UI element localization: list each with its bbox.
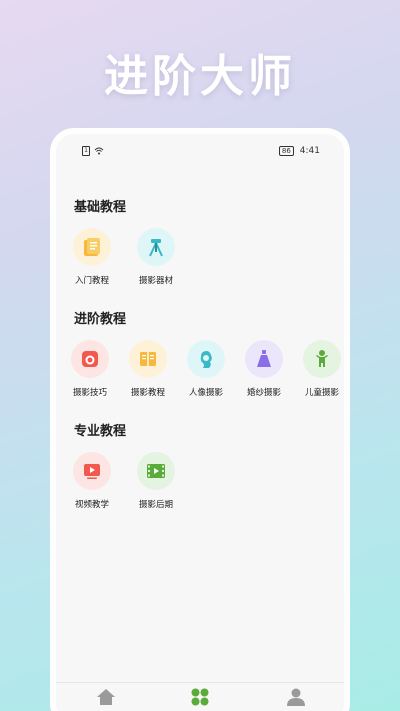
portrait-icon: [187, 340, 225, 378]
open-book-icon: [129, 340, 167, 378]
item-equipment[interactable]: 摄影器材: [128, 228, 184, 286]
film-icon: [137, 452, 175, 490]
item-label: 摄影器材: [138, 276, 173, 286]
wifi-icon: [94, 147, 104, 155]
item-children[interactable]: 儿童摄影: [294, 340, 344, 398]
phone-frame: 1 86 4:41 基础教程 入门教程 摄影器材 进阶教程 摄影技巧 摄影教程 …: [50, 128, 350, 711]
child-icon: [303, 340, 341, 378]
wedding-dress-icon: [245, 340, 283, 378]
item-post-production[interactable]: 摄影后期: [128, 452, 184, 510]
item-label: 婚纱摄影: [246, 388, 281, 398]
bottom-tab-bar: 首页 发现 我的: [56, 682, 344, 711]
section-title-professional: 专业教程: [74, 424, 127, 439]
camera-icon: [71, 340, 109, 378]
status-bar: 1 86 4:41: [56, 144, 344, 160]
item-label: 摄影技巧: [72, 388, 107, 398]
book-icon: [73, 228, 111, 266]
item-label: 儿童摄影: [304, 388, 339, 398]
tab-discover[interactable]: 发现: [170, 688, 230, 711]
item-video-teaching[interactable]: 视频教学: [64, 452, 120, 510]
item-label: 摄影后期: [138, 500, 173, 510]
item-portrait[interactable]: 人像摄影: [178, 340, 234, 398]
item-photo-tutorial[interactable]: 摄影教程: [120, 340, 176, 398]
item-wedding[interactable]: 婚纱摄影: [236, 340, 292, 398]
video-play-icon: [73, 452, 111, 490]
tripod-icon: [137, 228, 175, 266]
item-label: 人像摄影: [188, 388, 223, 398]
item-photo-skills[interactable]: 摄影技巧: [62, 340, 118, 398]
status-time: 4:41: [299, 146, 320, 156]
hero-title: 进阶大师: [104, 51, 296, 102]
item-label: 摄影教程: [130, 388, 165, 398]
item-label: 视频教学: [74, 500, 109, 510]
section-title-advanced: 进阶教程: [74, 312, 127, 327]
section-title-basic: 基础教程: [74, 200, 127, 215]
item-label: 入门教程: [74, 276, 109, 286]
home-icon: [97, 689, 115, 705]
tab-mine[interactable]: 我的: [266, 688, 326, 711]
grid-icon: [191, 688, 209, 706]
user-icon: [287, 688, 305, 706]
sim-icon: 1: [82, 146, 90, 156]
battery-icon: 86: [278, 146, 294, 156]
tab-home[interactable]: 首页: [76, 688, 136, 711]
item-intro-tutorial[interactable]: 入门教程: [64, 228, 120, 286]
